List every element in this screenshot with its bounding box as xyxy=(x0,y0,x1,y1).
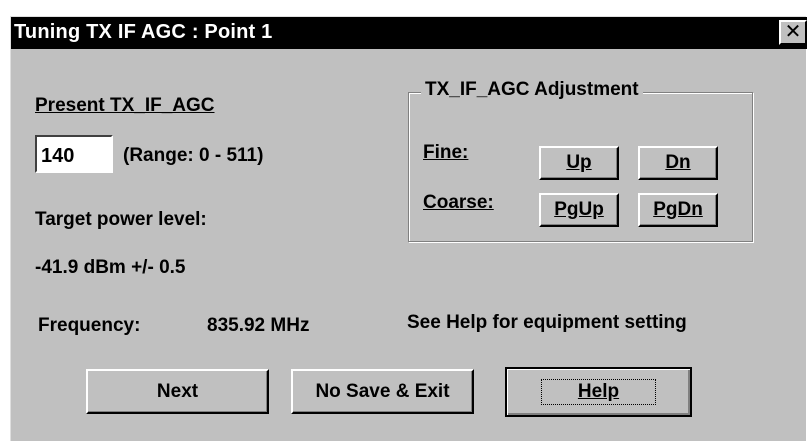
agc-adjustment-group: TX_IF_AGC Adjustment Fine: Coarse: Up Dn… xyxy=(408,79,753,242)
range-label: (Range: 0 - 511) xyxy=(123,145,264,166)
window-title: Tuning TX IF AGC : Point 1 xyxy=(14,21,273,43)
no-save-exit-label: No Save & Exit xyxy=(315,380,450,402)
close-icon: ✕ xyxy=(784,21,802,43)
target-power-value: -41.9 dBm +/- 0.5 xyxy=(35,257,186,278)
fine-label: Fine: xyxy=(423,142,469,163)
help-button[interactable]: Help xyxy=(505,367,692,417)
coarse-pgup-label: PgUp xyxy=(554,199,604,220)
target-power-label: Target power level: xyxy=(35,209,207,230)
present-agc-label: Present TX_IF_AGC xyxy=(35,95,215,116)
agc-value-input[interactable] xyxy=(35,135,113,173)
coarse-label: Coarse: xyxy=(423,192,494,213)
close-button[interactable]: ✕ xyxy=(779,20,807,45)
agc-adjustment-legend: TX_IF_AGC Adjustment xyxy=(421,79,643,101)
help-note: See Help for equipment setting xyxy=(407,312,687,333)
help-button-label: Help xyxy=(577,381,620,402)
help-focus-ring: Help xyxy=(540,379,657,405)
title-bar[interactable]: Tuning TX IF AGC : Point 1 ✕ xyxy=(11,17,807,49)
frequency-value: 835.92 MHz xyxy=(207,315,310,336)
fine-up-label: Up xyxy=(566,152,592,173)
fine-down-button[interactable]: Dn xyxy=(638,146,718,180)
frequency-label: Frequency: xyxy=(38,315,141,336)
coarse-pgdn-label: PgDn xyxy=(653,199,703,220)
next-button-label: Next xyxy=(156,380,199,402)
fine-down-label: Dn xyxy=(665,152,691,173)
coarse-pgup-button[interactable]: PgUp xyxy=(539,193,619,227)
coarse-pgdn-button[interactable]: PgDn xyxy=(638,193,718,227)
dialog-window: Tuning TX IF AGC : Point 1 ✕ Present TX_… xyxy=(10,16,807,441)
fine-up-button[interactable]: Up xyxy=(539,146,619,180)
no-save-exit-button[interactable]: No Save & Exit xyxy=(291,369,474,414)
next-button[interactable]: Next xyxy=(86,369,269,414)
